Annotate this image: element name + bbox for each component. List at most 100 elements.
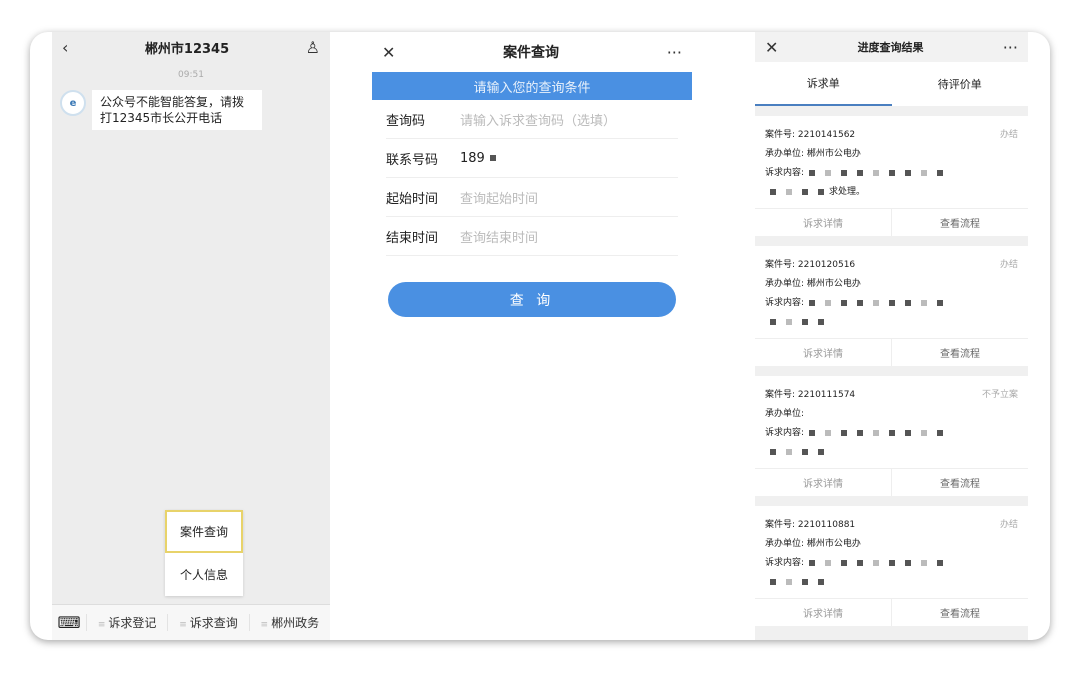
redacted-block [937, 560, 943, 566]
status-badge: 办结 [1000, 126, 1018, 145]
content-label: 诉求内容: [765, 298, 804, 308]
redacted-block [825, 430, 831, 436]
profile-icon[interactable]: ♙ [306, 38, 320, 57]
handling-unit: 承办单位: 郴州市公电办 [765, 535, 1018, 554]
menu-tab-query[interactable]: ≡诉求查询 [167, 614, 248, 631]
phone-input[interactable]: 189 [460, 151, 485, 166]
menu-bar: ⌨ ≡诉求登记 ≡诉求查询 ≡郴州政务 [52, 604, 330, 640]
end-time-input[interactable]: 查询结束时间 [460, 227, 538, 246]
case-query-panel: ✕ 案件查询 ··· 请输入您的查询条件 查询码请输入诉求查询码（选填） 联系号… [372, 32, 692, 640]
chat-title: 郴州市12345 [145, 38, 229, 57]
redacted-block [770, 449, 776, 455]
case-number: 案件号: 2210111574 [765, 386, 855, 405]
query-header: ✕ 案件查询 ··· [372, 32, 692, 72]
menu-tab-register[interactable]: ≡诉求登记 [86, 614, 167, 631]
redacted-block [921, 170, 927, 176]
redacted-block [857, 170, 863, 176]
case-card: 案件号: 2210120516办结 承办单位: 郴州市公电办 诉求内容: 诉求详… [755, 246, 1028, 366]
tab-requests[interactable]: 诉求单 [755, 62, 892, 106]
page-title: 案件查询 [503, 42, 559, 62]
results-header: ✕ 进度查询结果 ··· [755, 32, 1028, 62]
redacted-block [825, 170, 831, 176]
request-content: 诉求内容: [765, 554, 1018, 573]
redacted-block [802, 579, 808, 585]
redacted-block [905, 170, 911, 176]
handling-unit: 承办单位: 郴州市公电办 [765, 275, 1018, 294]
request-content: 诉求内容: [765, 294, 1018, 313]
view-process-button[interactable]: 查看流程 [891, 209, 1028, 236]
request-detail-button[interactable]: 诉求详情 [755, 209, 891, 236]
menu-tab-gov[interactable]: ≡郴州政务 [249, 614, 330, 631]
redacted-block [802, 449, 808, 455]
redacted-block [873, 430, 879, 436]
close-icon[interactable]: ✕ [382, 43, 395, 62]
redacted-block [825, 560, 831, 566]
redacted-block [905, 430, 911, 436]
status-badge: 不予立案 [982, 386, 1018, 405]
redacted-block [770, 189, 776, 195]
redacted-block [873, 170, 879, 176]
redacted-block [809, 300, 815, 306]
back-icon[interactable]: ‹ [62, 38, 68, 57]
request-detail-button[interactable]: 诉求详情 [755, 339, 891, 366]
results-panel: ✕ 进度查询结果 ··· 诉求单 待评价单 案件号: 2210141562办结 … [755, 32, 1028, 640]
chat-panel: ‹ 郴州市12345 ♙ 09:51 e 公众号不能智能答复，请拨打12345市… [52, 32, 330, 640]
redacted-block [921, 560, 927, 566]
status-badge: 办结 [1000, 516, 1018, 535]
redacted-block [770, 319, 776, 325]
case-card: 案件号: 2210111574不予立案 承办单位: 诉求内容: 诉求详情查看流程 [755, 376, 1028, 496]
end-time-field[interactable]: 结束时间查询结束时间 [386, 217, 678, 256]
redacted-block [889, 430, 895, 436]
menu-item-case-query[interactable]: 案件查询 [165, 510, 243, 553]
redacted-block [786, 579, 792, 585]
request-detail-button[interactable]: 诉求详情 [755, 599, 891, 626]
request-content-line2: 求处理。 [765, 183, 1018, 202]
redacted-block [809, 430, 815, 436]
handling-unit: 承办单位: 郴州市公电办 [765, 145, 1018, 164]
phone-field[interactable]: 联系号码189 [386, 139, 678, 178]
redacted-block [770, 579, 776, 585]
menu-tab-label: 郴州政务 [271, 616, 319, 630]
submenu-popup: 案件查询 个人信息 [165, 510, 243, 596]
request-content-line2 [765, 573, 1018, 592]
redacted-block [841, 300, 847, 306]
more-icon[interactable]: ··· [1003, 38, 1018, 57]
request-detail-button[interactable]: 诉求详情 [755, 469, 891, 496]
redacted-block [786, 319, 792, 325]
more-icon[interactable]: ··· [667, 43, 682, 62]
redacted-block [937, 430, 943, 436]
view-process-button[interactable]: 查看流程 [891, 599, 1028, 626]
close-icon[interactable]: ✕ [765, 38, 778, 57]
chat-message: e 公众号不能智能答复，请拨打12345市长公开电话 [60, 90, 330, 130]
tab-pending-review[interactable]: 待评价单 [892, 62, 1029, 106]
redacted-block [818, 319, 824, 325]
redacted-block [818, 449, 824, 455]
redacted-block [841, 560, 847, 566]
start-time-input[interactable]: 查询起始时间 [460, 188, 538, 207]
redacted-block [841, 170, 847, 176]
content-label: 诉求内容: [765, 428, 804, 438]
keyboard-icon[interactable]: ⌨ [52, 613, 86, 632]
view-process-button[interactable]: 查看流程 [891, 469, 1028, 496]
screenshot-frame: ‹ 郴州市12345 ♙ 09:51 e 公众号不能智能答复，请拨打12345市… [30, 32, 1050, 640]
query-code-input[interactable]: 请输入诉求查询码（选填） [460, 110, 616, 129]
start-time-field[interactable]: 起始时间查询起始时间 [386, 178, 678, 217]
request-content: 诉求内容: [765, 424, 1018, 443]
redacted-block [857, 300, 863, 306]
message-time: 09:51 [52, 70, 330, 80]
redacted-block [905, 560, 911, 566]
redacted-block [818, 189, 824, 195]
query-code-field[interactable]: 查询码请输入诉求查询码（选填） [386, 100, 678, 139]
field-label: 查询码 [386, 110, 460, 129]
redacted-block [825, 300, 831, 306]
redacted-block [786, 449, 792, 455]
view-process-button[interactable]: 查看流程 [891, 339, 1028, 366]
redacted-block [921, 430, 927, 436]
avatar: e [60, 90, 86, 116]
menu-item-personal-info[interactable]: 个人信息 [165, 553, 243, 596]
query-banner: 请输入您的查询条件 [372, 72, 692, 100]
request-content-line2 [765, 443, 1018, 462]
field-label: 起始时间 [386, 188, 460, 207]
query-button[interactable]: 查 询 [388, 282, 676, 317]
request-content: 诉求内容: [765, 164, 1018, 183]
